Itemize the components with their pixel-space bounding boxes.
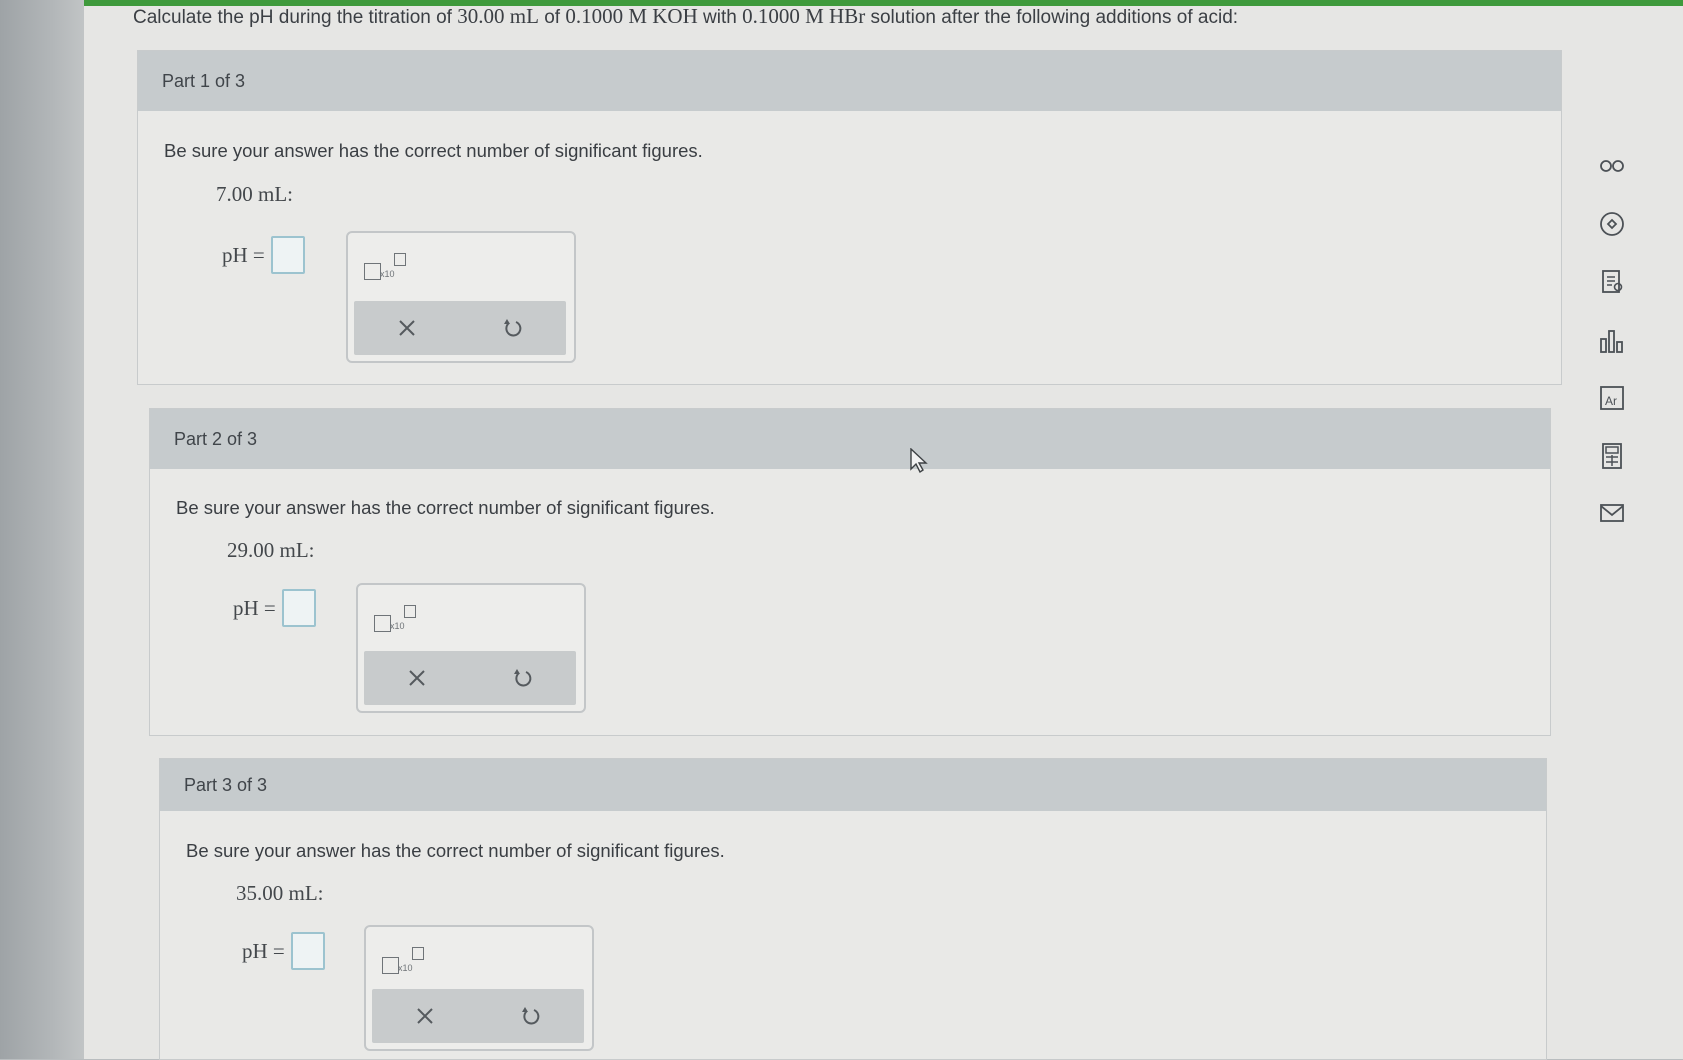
action-bar: [354, 301, 566, 355]
scientific-notation-button[interactable]: x10: [382, 947, 428, 977]
monitor-bezel: [0, 0, 90, 1059]
infinity-icon[interactable]: [1592, 146, 1632, 186]
calculator-icon[interactable]: [1592, 436, 1632, 476]
close-icon: [409, 670, 425, 686]
part-1-ph-row: pH =: [222, 236, 305, 274]
mouse-cursor-icon: [910, 447, 928, 479]
ph-label: pH =: [233, 595, 276, 620]
part-2-volume: 29.00 mL:: [227, 538, 315, 562]
part-2-header: Part 2 of 3: [150, 409, 1550, 469]
part-3-header: Part 3 of 3: [160, 759, 1546, 811]
part-1-instruction: Be sure your answer has the correct numb…: [164, 140, 703, 161]
answer-tool-panel-3: x10: [364, 925, 594, 1051]
part-1-title: Part 1 of 3: [162, 70, 246, 91]
close-icon: [399, 320, 415, 336]
undo-button[interactable]: [503, 658, 543, 698]
part-2-ph-row: pH =: [233, 589, 316, 627]
clear-button[interactable]: [387, 308, 427, 348]
part-2-instruction: Be sure your answer has the correct numb…: [176, 497, 715, 518]
ph-answer-input-3[interactable]: [290, 932, 325, 970]
compass-icon[interactable]: [1592, 204, 1632, 244]
answer-tool-panel-2: x10: [356, 583, 586, 713]
ph-label: pH =: [242, 938, 285, 963]
part-2-title: Part 2 of 3: [174, 428, 258, 449]
action-bar: [372, 989, 584, 1043]
close-icon: [417, 1008, 433, 1024]
periodic-table-icon[interactable]: Ar: [1592, 378, 1632, 418]
part-3-title: Part 3 of 3: [184, 774, 268, 795]
part-3-ph-row: pH =: [242, 932, 325, 970]
part-3-instruction: Be sure your answer has the correct numb…: [186, 840, 725, 861]
scientific-notation-button[interactable]: x10: [364, 253, 410, 283]
ph-answer-input-1[interactable]: [270, 236, 305, 274]
question-text: Calculate the pH during the titration of…: [133, 4, 1239, 28]
clear-button[interactable]: [405, 996, 445, 1036]
answer-tool-panel-1: x10: [346, 231, 576, 363]
scientific-notation-button[interactable]: x10: [374, 605, 420, 635]
undo-icon: [504, 319, 522, 337]
svg-text:Ar: Ar: [1605, 394, 1617, 408]
clear-button[interactable]: [397, 658, 437, 698]
mail-icon[interactable]: [1592, 493, 1632, 533]
part-1-header: Part 1 of 3: [138, 51, 1561, 111]
undo-button[interactable]: [493, 308, 533, 348]
undo-button[interactable]: [511, 996, 551, 1036]
ph-label: pH =: [222, 242, 265, 267]
bar-chart-icon[interactable]: [1592, 321, 1632, 361]
part-1-volume: 7.00 mL:: [216, 182, 293, 206]
ph-answer-input-2[interactable]: [281, 589, 316, 627]
action-bar: [364, 651, 576, 705]
undo-icon: [514, 669, 532, 687]
notes-icon[interactable]: [1592, 262, 1632, 302]
undo-icon: [522, 1007, 540, 1025]
part-3-volume: 35.00 mL:: [236, 881, 324, 905]
